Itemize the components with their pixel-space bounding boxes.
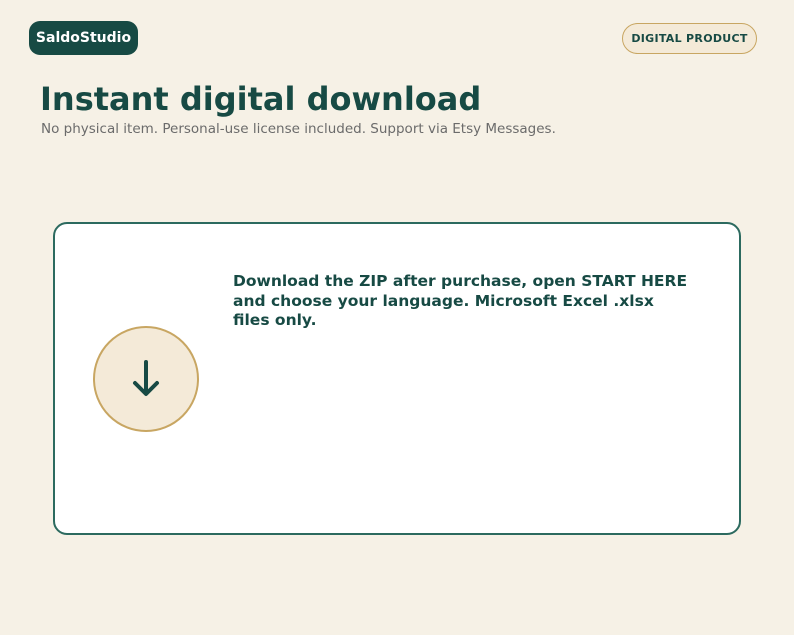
download-icon-circle: [93, 326, 199, 432]
download-info-card: Download the ZIP after purchase, open ST…: [53, 222, 741, 535]
download-arrow-icon: [133, 360, 159, 396]
page-title: Instant digital download: [40, 80, 482, 118]
digital-product-badge: DIGITAL PRODUCT: [622, 23, 757, 54]
download-instructions: Download the ZIP after purchase, open ST…: [233, 272, 688, 329]
page-subtitle: No physical item. Personal-use license i…: [41, 121, 556, 137]
brand-logo: SaldoStudio: [29, 21, 138, 55]
